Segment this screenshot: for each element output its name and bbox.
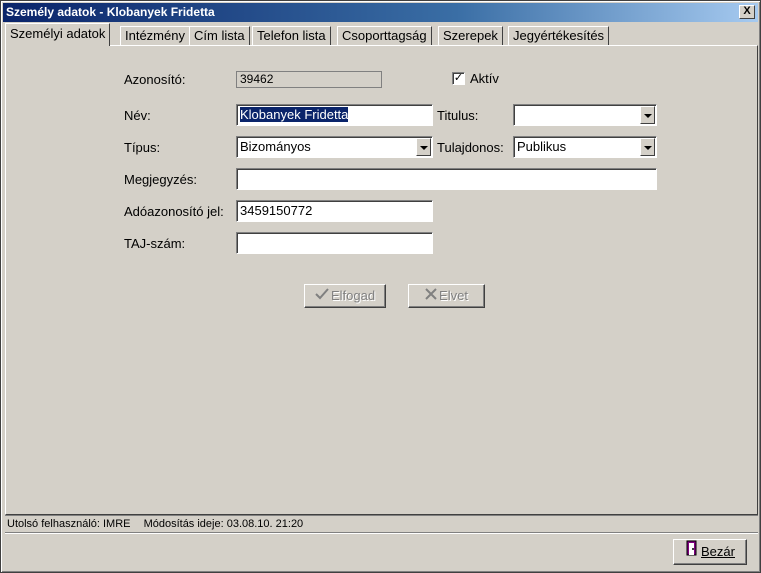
tab-intezmeny[interactable]: Intézmény xyxy=(120,26,190,45)
last-user-status: Utolsó felhasználó: IMRE xyxy=(7,518,131,530)
tab-jegyertekesites[interactable]: Jegyértékesítés xyxy=(508,26,610,45)
tab-cim-lista[interactable]: Cím lista xyxy=(189,26,250,45)
checkmark-icon xyxy=(315,285,329,306)
bottom-separator xyxy=(5,532,758,534)
close-window-button[interactable]: X xyxy=(739,5,755,19)
adoazonosito-label: Adóazonosító jel: xyxy=(124,204,224,219)
status-bar: Utolsó felhasználó: IMRE Módosítás ideje… xyxy=(5,515,758,531)
adoazonosito-input[interactable]: 3459150772 xyxy=(236,200,433,222)
titulus-dropdown-arrow-icon[interactable] xyxy=(640,106,655,124)
bezar-button[interactable]: Bezár xyxy=(673,539,747,565)
elvet-label: Elvet xyxy=(439,288,468,303)
azonosito-field: 39462 xyxy=(236,71,382,88)
tulajdonos-dropdown-arrow-icon[interactable] xyxy=(640,138,655,156)
personal-data-panel: Azonosító: 39462 ✓ Aktív Név: Klobanyek … xyxy=(5,45,758,515)
tulajdonos-value: Publikus xyxy=(517,139,567,154)
tipus-value: Bizományos xyxy=(240,139,311,154)
tab-csoporttagsag[interactable]: Csoporttagság xyxy=(337,26,432,45)
tab-szemelyi-adatok[interactable]: Személyi adatok xyxy=(5,23,111,46)
nev-input[interactable]: Klobanyek Fridetta xyxy=(236,104,433,126)
modified-status: Módosítás ideje: 03.08.10. 21:20 xyxy=(143,518,304,530)
tipus-label: Típus: xyxy=(124,140,161,155)
tab-telefon-lista[interactable]: Telefon lista xyxy=(252,26,331,45)
nev-selected-text: Klobanyek Fridetta xyxy=(240,107,349,122)
taj-label: TAJ-szám: xyxy=(124,236,186,251)
tab-bar: Személyi adatok Intézmény Cím lista Tele… xyxy=(5,23,755,46)
x-icon xyxy=(425,285,437,306)
azonosito-label: Azonosító: xyxy=(124,72,186,87)
tipus-select[interactable]: Bizományos xyxy=(236,136,433,158)
tab-szerepek[interactable]: Szerepek xyxy=(438,26,503,45)
title-bar: Személy adatok - Klobanyek Fridetta X xyxy=(3,3,758,22)
nev-label: Név: xyxy=(124,108,151,123)
elfogad-label: Elfogad xyxy=(330,288,376,303)
window-title: Személy adatok - Klobanyek Fridetta xyxy=(6,5,215,19)
person-data-window: Személy adatok - Klobanyek Fridetta X Sz… xyxy=(0,0,761,573)
bezar-label: Bezár xyxy=(701,544,735,559)
elvet-button[interactable]: Elvet xyxy=(408,284,485,308)
tulajdonos-select[interactable]: Publikus xyxy=(513,136,657,158)
door-exit-icon xyxy=(685,540,699,563)
aktiv-label: Aktív xyxy=(470,71,499,86)
megjegyzes-label: Megjegyzés: xyxy=(124,172,197,187)
taj-input[interactable] xyxy=(236,232,433,254)
tulajdonos-label: Tulajdonos: xyxy=(437,140,504,155)
titulus-label: Titulus: xyxy=(437,108,479,123)
megjegyzes-input[interactable] xyxy=(236,168,657,190)
elfogad-button[interactable]: Elfogad xyxy=(304,284,386,308)
titulus-select[interactable] xyxy=(513,104,657,126)
tipus-dropdown-arrow-icon[interactable] xyxy=(416,138,431,156)
aktiv-checkbox[interactable]: ✓ xyxy=(452,72,465,85)
